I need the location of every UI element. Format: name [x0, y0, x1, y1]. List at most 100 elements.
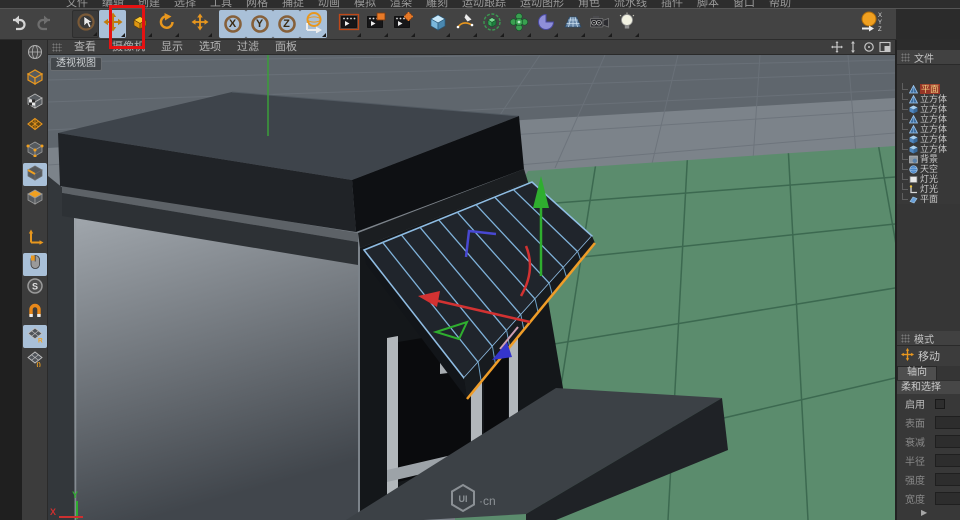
enable-checkbox[interactable]	[935, 399, 945, 409]
snap-settings-button[interactable]: S	[23, 277, 47, 300]
menu-item[interactable]: 运动跟踪	[462, 0, 506, 8]
render-view-button[interactable]	[335, 10, 362, 38]
value-field[interactable]	[935, 454, 960, 467]
attribute-manager-mode-menu[interactable]: 模式	[914, 331, 934, 346]
menu-item[interactable]: 网格	[246, 0, 268, 8]
deformer-icon	[509, 12, 529, 37]
menu-item[interactable]: 文件	[66, 0, 88, 8]
workplane-lock-button[interactable]: R	[23, 325, 47, 348]
menu-item[interactable]: 编辑	[102, 0, 124, 8]
object-label: 立方体	[920, 124, 947, 134]
menu-item[interactable]: 选择	[174, 0, 196, 8]
object-label: 灯光	[920, 174, 938, 184]
attribute-label: 表面	[905, 415, 932, 430]
menu-item[interactable]: 角色	[578, 0, 600, 8]
menu-item[interactable]: 捕捉	[282, 0, 304, 8]
value-field[interactable]	[935, 416, 960, 429]
menu-item[interactable]: 雕刻	[426, 0, 448, 8]
scale-icon	[130, 12, 150, 37]
model-mode-button[interactable]	[23, 67, 47, 90]
menu-item[interactable]: 动画	[318, 0, 340, 8]
last-used-tool-button[interactable]	[186, 10, 213, 38]
move-icon	[191, 13, 209, 36]
live-selection-button[interactable]	[72, 10, 99, 38]
viewport-toggle-views-icon[interactable]	[879, 41, 891, 53]
lock-z-axis-button[interactable]: Z	[273, 10, 300, 38]
viewport-menu-item[interactable]: 选项	[191, 40, 229, 54]
fields-button[interactable]	[532, 10, 559, 38]
redo-button[interactable]	[31, 10, 58, 38]
soft-selection-section-header[interactable]: 柔和选择	[897, 380, 960, 394]
light-button[interactable]	[613, 10, 640, 38]
viewport-menu-item[interactable]: 查看	[66, 40, 104, 54]
polygons-mode-button[interactable]	[23, 187, 47, 210]
menu-item[interactable]: 脚本	[697, 0, 719, 8]
spline-pen-button[interactable]	[451, 10, 478, 38]
rotate-tool-button[interactable]	[153, 10, 180, 38]
viewport-menu-item[interactable]: 过滤	[229, 40, 267, 54]
make-editable-button[interactable]	[23, 43, 47, 66]
menu-item[interactable]: 流水线	[614, 0, 647, 8]
menu-item[interactable]: 创建	[138, 0, 160, 8]
deformers-button[interactable]	[505, 10, 532, 38]
scene-3d[interactable]: Y X UI ·cn	[48, 55, 895, 520]
view-label: 透视视图	[50, 57, 102, 71]
axis-lines-icon	[26, 229, 44, 252]
menu-item[interactable]: 工具	[210, 0, 232, 8]
workplane-mode-button[interactable]	[23, 115, 47, 138]
sky-icon	[909, 165, 918, 174]
value-field[interactable]	[935, 492, 960, 505]
grip-dots-icon[interactable]	[901, 334, 910, 343]
edit-render-settings-button[interactable]	[389, 10, 416, 38]
lock-x-axis-button[interactable]: X	[219, 10, 246, 38]
menu-item[interactable]: 模拟	[354, 0, 376, 8]
panel-footer-arrow[interactable]: ▶	[897, 508, 960, 520]
primitive-cube-button[interactable]	[424, 10, 451, 38]
scale-tool-button[interactable]	[126, 10, 153, 38]
camera-button[interactable]	[586, 10, 613, 38]
generators-button[interactable]	[478, 10, 505, 38]
snap-settings-icon: S	[26, 277, 44, 300]
coordinate-system-button[interactable]	[300, 10, 327, 38]
menu-item[interactable]: 运动图形	[520, 0, 564, 8]
model-mode-icon	[26, 67, 44, 90]
menu-item[interactable]: 窗口	[733, 0, 755, 8]
menu-item[interactable]: 渲染	[390, 0, 412, 8]
viewport-menu-item[interactable]: 摄像机	[104, 40, 153, 54]
value-field[interactable]	[935, 473, 960, 486]
attribute-row: 半径	[897, 451, 960, 470]
object-label: 立方体	[920, 94, 947, 104]
viewport-menu-item[interactable]: 面板	[267, 40, 305, 54]
object-manager-file-menu[interactable]: 文件	[914, 50, 934, 65]
render-to-picture-viewer-button[interactable]	[362, 10, 389, 38]
viewport-pan-icon[interactable]	[831, 41, 843, 53]
grip-dots-icon[interactable]	[52, 43, 62, 52]
object-row[interactable]: 平面	[897, 194, 960, 204]
workplane-align-button[interactable]: ()	[23, 349, 47, 372]
move-tool-button[interactable]	[99, 10, 126, 38]
enable-snap-button[interactable]	[23, 301, 47, 324]
grip-dots-icon[interactable]	[901, 53, 910, 62]
lock-y-axis-button[interactable]: Y	[246, 10, 273, 38]
tab-axis[interactable]: 轴向	[897, 366, 937, 380]
undo-button[interactable]	[4, 10, 31, 38]
texture-mode-button[interactable]	[23, 91, 47, 114]
viewport-menu-item[interactable]: 显示	[153, 40, 191, 54]
tweak-mode-button[interactable]	[23, 253, 47, 276]
viewport-zoom-icon[interactable]	[847, 41, 859, 53]
enable-axis-button[interactable]	[23, 229, 47, 252]
value-field[interactable]	[935, 435, 960, 448]
menu-item[interactable]: 插件	[661, 0, 683, 8]
svg-text:X: X	[878, 13, 882, 19]
viewport-canvas[interactable]: 透视视图	[48, 55, 895, 520]
floor-button[interactable]	[559, 10, 586, 38]
object-manager-header: 文件	[897, 50, 960, 65]
points-mode-button[interactable]	[23, 139, 47, 162]
svg-text:(): ()	[36, 362, 40, 368]
viewport-rotate-icon[interactable]	[863, 41, 875, 53]
attribute-label: 半径	[905, 453, 932, 468]
edges-mode-button[interactable]	[23, 163, 47, 186]
workplane-axis-button[interactable]: XYZ	[859, 10, 886, 38]
target-light-icon	[909, 185, 918, 194]
menu-item[interactable]: 帮助	[769, 0, 791, 8]
